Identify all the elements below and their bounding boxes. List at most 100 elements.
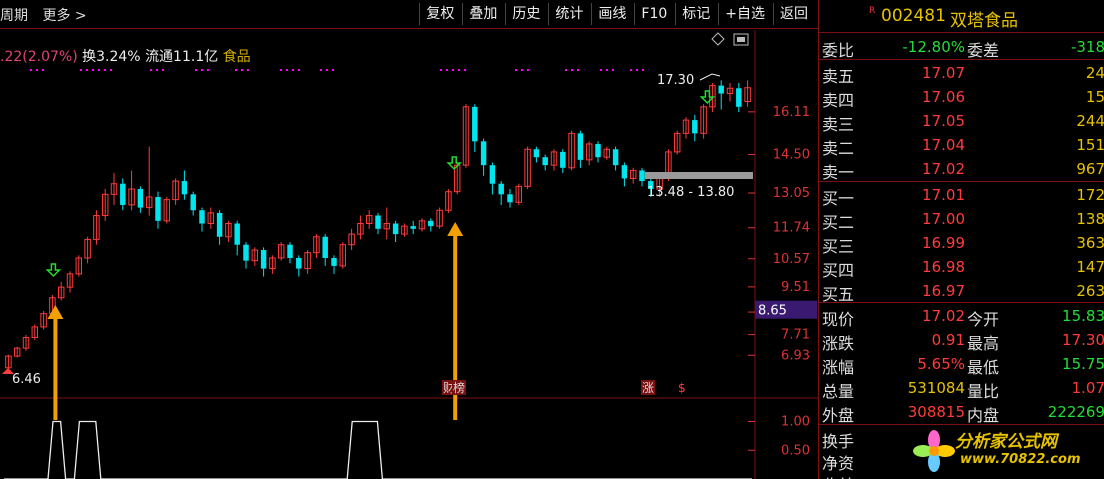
stat-row-0: 现价 17.02 今开 15.83 [819,304,1104,329]
stat-row-4: 外盘 308815 内盘 222269 [819,400,1104,425]
signal-dot [332,69,334,71]
signal-dot [201,69,203,71]
signal-dot [110,69,112,71]
signal-dot [612,69,614,71]
price-tick-label: 13.05 [773,186,810,201]
weibi-value: -12.80% [902,38,965,56]
signal-dot [36,69,38,71]
signal-dot [80,69,82,71]
ask-level-1-value: 17.02 [922,160,965,178]
bid-level-5-value: 16.97 [922,282,965,300]
stat-row-4-label: 外盘 [822,406,855,425]
stat-row-2-value2: 15.75 [1062,355,1104,373]
weicha-label: 委差 [967,41,1000,60]
ask-level-1-label: 卖一 [822,163,855,182]
candle-body [287,244,293,258]
bid-level-3-label: 买三 [822,237,855,256]
ask-level-1-value2: 967 [1076,160,1104,178]
candle-body [489,165,496,184]
candle-body [533,149,540,158]
signal-dot [440,69,442,71]
ask-level-1: 卖一 17.02 967 [819,157,1104,182]
signal-dot [320,69,322,71]
signal-dot [464,69,466,71]
candle-body [639,170,645,182]
signal-dot [92,69,94,71]
bid-level-5: 买五 16.97 263 [819,279,1104,304]
signal-dot [630,69,632,71]
signal-dot [292,69,294,71]
window-icon-inner [737,37,745,42]
green-signal-arrow-icon [699,90,716,105]
signal-dot [104,69,106,71]
indicator-panel: 1.00 0.50 [4,415,810,479]
quote-title: R 002481 双塔食品 [819,0,1104,33]
candle-body [260,250,267,269]
sector-text: 食品 [222,49,251,65]
candle-body [322,236,328,258]
signal-dot [207,69,209,71]
candle-body [234,223,240,245]
bid-level-3-value: 16.99 [922,234,965,252]
signal-dot [636,69,638,71]
buy-arrow-head-icon [447,222,464,236]
candle-body [560,151,566,168]
ask-level-2-value2: 151 [1076,136,1104,154]
quote-panel: R 002481 双塔食品 委比 -12.80% 委差 -318 卖五 17.07… [818,0,1104,479]
signal-dot [162,69,164,71]
signal-dot [241,69,243,71]
stat-row-3-value: 531084 [907,379,965,397]
current-price-label: 8.65 [758,304,787,319]
stat-row-4-value2: 222269 [1047,403,1104,421]
stat-row-1: 涨跌 0.91 最高 17.30 [819,328,1104,353]
bid-level-4-label: 买四 [822,261,855,280]
stat-row-1-label: 涨跌 [822,334,855,353]
event-marker-label: 涨 [642,380,654,395]
stat-row-1-value2: 17.30 [1062,331,1104,349]
range-label: 13.48 - 13.80 [647,185,734,200]
candle-body [375,215,381,229]
price-tick-label: 6.93 [781,348,810,363]
bid-level-3-value2: 363 [1076,234,1104,252]
stock-info-line: .22(2.07%) 换3.24% 流通11.1亿 食品 [0,46,251,66]
signal-dot [298,69,300,71]
candle-body [216,212,223,237]
signal-dot [247,69,249,71]
kline-chart[interactable]: 16.1114.5013.0511.7410.579.518.567.716.9… [0,0,818,479]
candle-body [692,120,698,134]
float-cap-text: 流通11.1亿 [145,49,219,65]
bid-level-3: 买三 16.99 363 [819,231,1104,256]
stat-row-2-label: 涨幅 [822,358,855,377]
stat-row-3: 总量 531084 量比 1.07 [819,376,1104,401]
signal-dot [527,69,529,71]
ask-level-4-label: 卖四 [822,91,855,110]
ask-level-4-value: 17.06 [922,88,965,106]
candle-body [120,183,126,205]
stat-row-4-label2: 内盘 [967,406,1000,425]
signal-dot [86,69,88,71]
signal-dot [156,69,158,71]
signal-dot [195,69,197,71]
divider [819,59,1104,60]
high-pointer-icon [699,73,721,81]
stat-row-0-value2: 15.83 [1062,307,1104,325]
bid-level-1-value2: 172 [1076,186,1104,204]
candle-body [199,210,205,224]
bid-level-1: 买一 17.01 172 [819,183,1104,208]
candle-body [595,143,601,158]
candle-body [507,194,513,203]
candle-body [736,88,742,107]
bid-level-5-value2: 263 [1076,282,1104,300]
ask-level-5-value2: 24 [1085,64,1104,82]
stat-row-3-label2: 量比 [967,382,1000,401]
stat-row-3-label: 总量 [822,382,855,401]
range-bar [645,172,753,179]
indicator-tick-label: 1.00 [781,415,810,430]
extra-row-2-label: 收益(-) [822,472,872,479]
indicator-tick-label: 0.50 [781,443,810,458]
candle-body [472,106,478,142]
signal-dot [30,69,32,71]
bid-level-1-label: 买一 [822,189,855,208]
stat-row-2-label2: 最低 [967,358,1000,377]
signal-dot [571,69,573,71]
